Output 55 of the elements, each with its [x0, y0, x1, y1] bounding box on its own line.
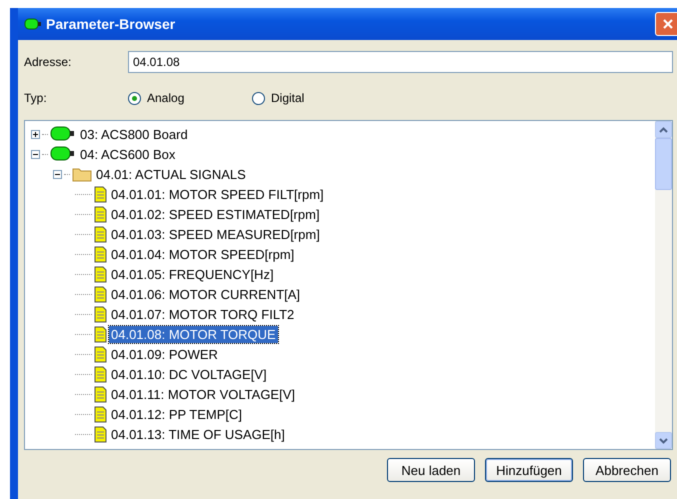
tree-item[interactable]: 04.01.02: SPEED ESTIMATED[rpm]: [109, 206, 322, 222]
collapse-icon[interactable]: [53, 170, 62, 178]
radio-option[interactable]: Analog: [128, 91, 252, 105]
address-field[interactable]: 04.01.08: [128, 51, 673, 73]
dialog-button[interactable]: Abbrechen: [583, 458, 671, 482]
document-icon: [94, 306, 107, 322]
close-button[interactable]: [655, 12, 677, 36]
tree-item[interactable]: 04.01.03: SPEED MEASURED[rpm]: [109, 226, 322, 242]
scroll-down-icon[interactable]: [655, 432, 672, 449]
tree-item[interactable]: 04.01.11: MOTOR VOLTAGE[V]: [109, 386, 297, 402]
tree-item[interactable]: 04.01.12: PP TEMP[C]: [109, 406, 244, 422]
tree-item[interactable]: 04: ACS600 Box: [78, 146, 178, 162]
tree-item[interactable]: 04.01.13: TIME OF USAGE[h]: [109, 426, 287, 442]
document-icon: [94, 286, 107, 302]
radio-label: Analog: [147, 91, 184, 105]
tree-item[interactable]: 04.01.06: MOTOR CURRENT[A]: [109, 286, 302, 302]
document-icon: [94, 266, 107, 282]
document-icon: [94, 366, 107, 382]
document-icon: [94, 386, 107, 402]
radio-button[interactable]: [128, 92, 141, 104]
document-icon: [94, 326, 107, 342]
connector-icon: [24, 18, 42, 30]
scroll-thumb[interactable]: [655, 138, 672, 190]
dialog-button[interactable]: Neu laden: [387, 458, 475, 482]
radio-label: Digital: [271, 91, 304, 105]
tree-item[interactable]: 04.01.08: MOTOR TORQUE: [109, 326, 278, 342]
close-icon: [662, 18, 674, 30]
tree-item[interactable]: 04.01.09: POWER: [109, 346, 220, 362]
document-icon: [94, 186, 107, 202]
document-icon: [94, 226, 107, 242]
scroll-up-icon[interactable]: [655, 121, 672, 138]
tree-item[interactable]: 03: ACS800 Board: [78, 126, 190, 142]
scrollbar[interactable]: [655, 121, 672, 449]
document-icon: [94, 406, 107, 422]
folder-icon: [72, 166, 92, 182]
tree-item[interactable]: 04.01.05: FREQUENCY[Hz]: [109, 266, 276, 282]
radio-button[interactable]: [252, 92, 265, 104]
document-icon: [94, 246, 107, 262]
document-icon: [94, 426, 107, 442]
document-icon: [94, 206, 107, 222]
collapse-icon[interactable]: [31, 150, 40, 158]
field-label: Adresse:: [24, 55, 72, 69]
field-label: Typ:: [24, 91, 48, 105]
dialog-button[interactable]: Hinzufügen: [485, 458, 573, 482]
connector-icon: [50, 126, 76, 142]
connector-icon: [50, 146, 76, 162]
tree-item[interactable]: 04.01.07: MOTOR TORQ FILT2: [109, 306, 296, 322]
window-title: Parameter-Browser: [46, 16, 176, 32]
tree-item[interactable]: 04.01: ACTUAL SIGNALS: [94, 166, 248, 182]
tree-item[interactable]: 04.01.01: MOTOR SPEED FILT[rpm]: [109, 186, 326, 202]
tree-item[interactable]: 04.01.04: MOTOR SPEED[rpm]: [109, 246, 296, 262]
document-icon: [94, 346, 107, 362]
radio-option[interactable]: Digital: [252, 91, 376, 105]
expand-icon[interactable]: [31, 130, 40, 138]
tree-item[interactable]: 04.01.10: DC VOLTAGE[V]: [109, 366, 269, 382]
